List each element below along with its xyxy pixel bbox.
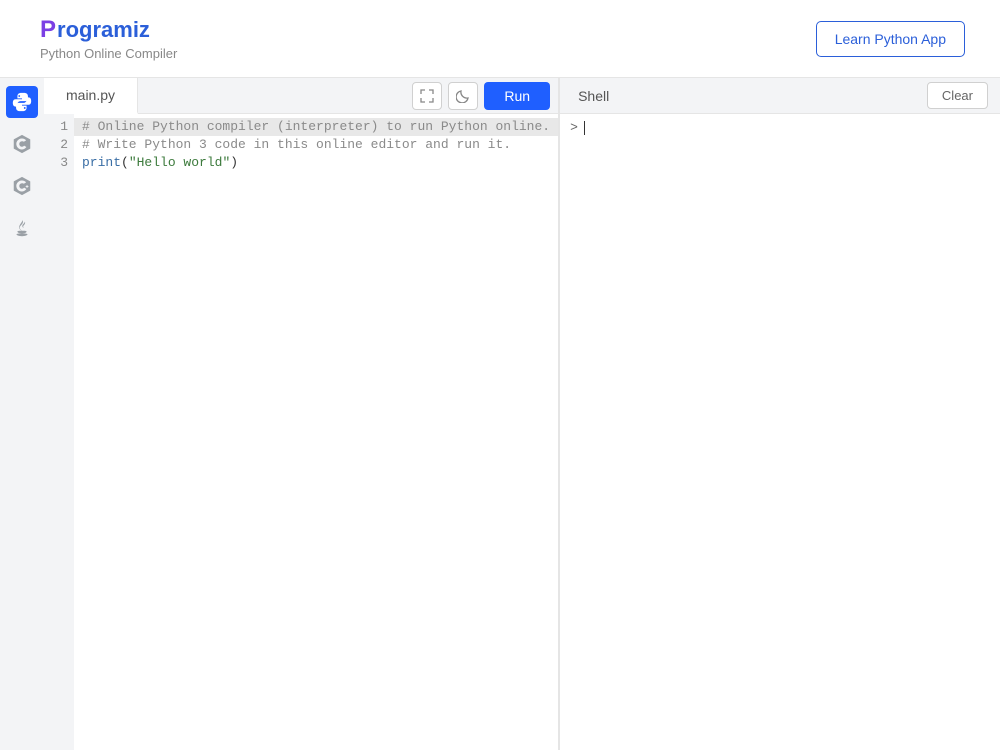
theme-button[interactable]	[448, 82, 478, 110]
sidebar-item-c[interactable]	[6, 128, 38, 160]
editor-header: main.py Run	[44, 78, 558, 114]
clear-button[interactable]: Clear	[927, 82, 988, 109]
moon-icon	[456, 89, 470, 103]
shell-prompt: >	[570, 120, 578, 135]
code-function: print	[82, 155, 121, 170]
cursor-icon	[584, 121, 585, 135]
line-gutter: 1 2 3	[44, 114, 74, 750]
fullscreen-icon	[420, 89, 434, 103]
code-comment: # Write Python 3 code in this online edi…	[82, 137, 511, 152]
line-number: 1	[54, 118, 68, 136]
body-area: main.py Run 1 2 3 # Online Python compil…	[0, 78, 1000, 750]
code-editor[interactable]: 1 2 3 # Online Python compiler (interpre…	[44, 114, 558, 750]
line-number: 3	[54, 154, 68, 172]
brand-name: rogramiz	[57, 17, 150, 43]
cpp-icon	[11, 175, 33, 197]
logo-area: Programiz Python Online Compiler	[40, 16, 177, 61]
learn-python-button[interactable]: Learn Python App	[816, 21, 965, 57]
shell-output[interactable]: >	[560, 114, 1000, 750]
c-icon	[11, 133, 33, 155]
shell-header: Shell Clear	[560, 78, 1000, 114]
editor-pane: main.py Run 1 2 3 # Online Python compil…	[44, 78, 560, 750]
shell-pane: Shell Clear >	[560, 78, 1000, 750]
logo-icon: P	[40, 16, 56, 44]
sidebar-item-cpp[interactable]	[6, 170, 38, 202]
subtitle: Python Online Compiler	[40, 46, 177, 61]
code-content[interactable]: # Online Python compiler (interpreter) t…	[74, 114, 558, 750]
code-string: "Hello world"	[129, 155, 230, 170]
main-area: main.py Run 1 2 3 # Online Python compil…	[44, 78, 1000, 750]
run-button[interactable]: Run	[484, 82, 550, 110]
fullscreen-button[interactable]	[412, 82, 442, 110]
header: Programiz Python Online Compiler Learn P…	[0, 0, 1000, 78]
shell-label: Shell	[560, 88, 627, 104]
language-sidebar	[0, 78, 44, 750]
sidebar-item-python[interactable]	[6, 86, 38, 118]
code-comment: # Online Python compiler (interpreter) t…	[82, 119, 550, 134]
java-icon	[11, 217, 33, 239]
brand-logo[interactable]: Programiz	[40, 16, 177, 44]
code-punc: (	[121, 155, 129, 170]
line-number: 2	[54, 136, 68, 154]
sidebar-item-java[interactable]	[6, 212, 38, 244]
shell-prompt-line: >	[570, 120, 990, 135]
file-tab[interactable]: main.py	[44, 78, 138, 114]
python-icon	[11, 91, 33, 113]
code-punc: )	[230, 155, 238, 170]
